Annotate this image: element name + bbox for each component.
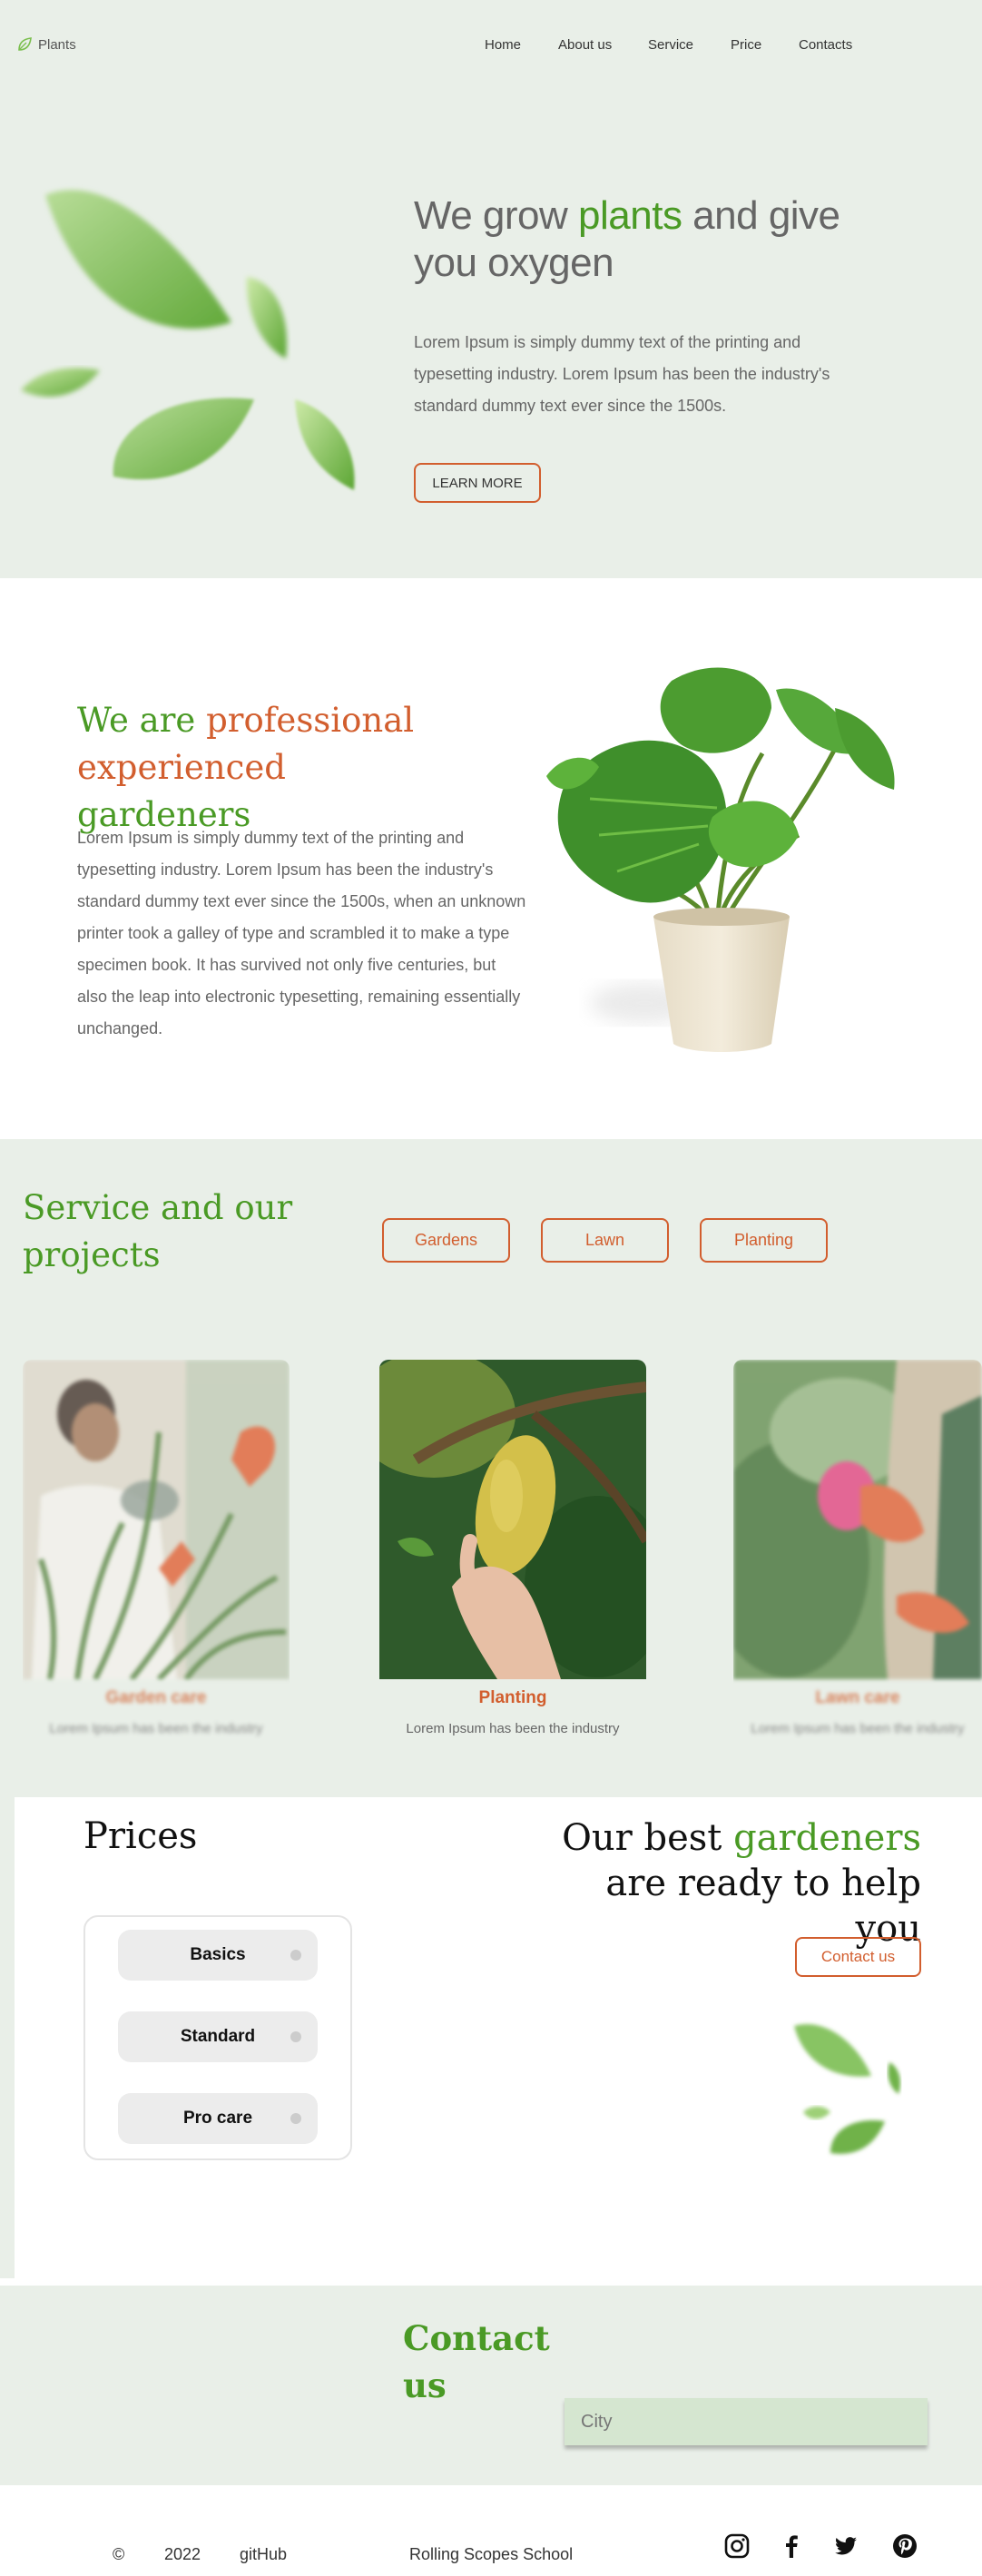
left-edge-strip (0, 1797, 15, 2278)
rolling-scopes-school-link[interactable]: Rolling Scopes School (409, 2545, 573, 2564)
pinterest-icon[interactable] (891, 2532, 918, 2560)
service-card-planting[interactable]: Planting Lorem Ipsum has been the indust… (379, 1360, 646, 1759)
helpers-title: Our best gardeners are ready to help you (535, 1815, 921, 1952)
card-title: Garden care (105, 1688, 207, 1707)
planting-photo (379, 1360, 646, 1679)
card-description: Lorem Ipsum has been the industry (406, 1721, 620, 1736)
expand-dot-icon (290, 2031, 301, 2042)
garden-care-photo (23, 1360, 290, 1679)
plan-basics[interactable]: Basics (118, 1930, 318, 1981)
contact-title: Contact us (403, 2318, 550, 2405)
small-leaves-illustration (794, 2024, 900, 2154)
service-card-lawn-care[interactable]: Lawn care Lorem Ipsum has been the indus… (733, 1360, 982, 1759)
hero-title-part1: We grow (414, 193, 579, 238)
service-title: Service and our projects (23, 1188, 293, 1274)
nav-price[interactable]: Price (731, 37, 761, 53)
hero-title-highlight: plants (578, 193, 682, 238)
about-description: Lorem Ipsum is simply dummy text of the … (77, 829, 526, 1037)
twitter-icon[interactable] (832, 2532, 859, 2560)
github-link[interactable]: gitHub (240, 2545, 287, 2564)
nav-home[interactable]: Home (485, 37, 521, 53)
card-description: Lorem Ipsum has been the industry (751, 1721, 965, 1736)
expand-dot-icon (290, 2113, 301, 2124)
logo-text: Plants (38, 36, 76, 53)
leaf-icon (18, 37, 32, 51)
card-title: Planting (478, 1688, 547, 1707)
plan-pro-care[interactable]: Pro care (118, 2093, 318, 2144)
lawn-care-photo (733, 1360, 982, 1679)
card-title: Lawn care (815, 1688, 900, 1707)
nav-contacts[interactable]: Contacts (799, 37, 852, 53)
plan-label: Basics (190, 1945, 246, 1964)
about-title: We are professional experienced gardener… (77, 697, 467, 839)
expand-dot-icon (290, 1950, 301, 1961)
flying-leaves-illustration (21, 190, 355, 490)
nav-service[interactable]: Service (648, 37, 693, 53)
footer-year: 2022 (164, 2545, 201, 2563)
service-card-garden-care[interactable]: Garden care Lorem Ipsum has been the ind… (23, 1360, 290, 1759)
plan-label: Standard (180, 2027, 256, 2046)
prices-title: Prices (83, 1815, 198, 1857)
plan-label: Pro care (182, 2109, 253, 2128)
nav-about-us[interactable]: About us (558, 37, 612, 53)
hero-title: We grow plants and give you oxygen (414, 192, 868, 287)
card-description: Lorem Ipsum has been the industry (49, 1721, 263, 1736)
about-title-part1: We are (77, 701, 207, 740)
plan-standard[interactable]: Standard (118, 2011, 318, 2062)
helpers-title-part1: Our best (562, 1817, 734, 1859)
filter-lawn-button[interactable]: Lawn (541, 1218, 669, 1263)
filter-gardens-button[interactable]: Gardens (382, 1218, 510, 1263)
facebook-icon[interactable] (778, 2532, 805, 2560)
logo[interactable]: Plants (16, 36, 76, 53)
helpers-title-highlight: gardeners (733, 1817, 921, 1859)
monstera-plant-image (546, 667, 895, 1052)
contact-us-button[interactable]: Contact us (795, 1937, 921, 1977)
city-input[interactable] (565, 2398, 928, 2445)
learn-more-button[interactable]: LEARN MORE (414, 463, 541, 503)
hero-description: Lorem Ipsum is simply dummy text of the … (414, 333, 830, 415)
filter-planting-button[interactable]: Planting (700, 1218, 828, 1263)
copyright-symbol: © (113, 2545, 125, 2563)
instagram-icon[interactable] (723, 2532, 751, 2560)
